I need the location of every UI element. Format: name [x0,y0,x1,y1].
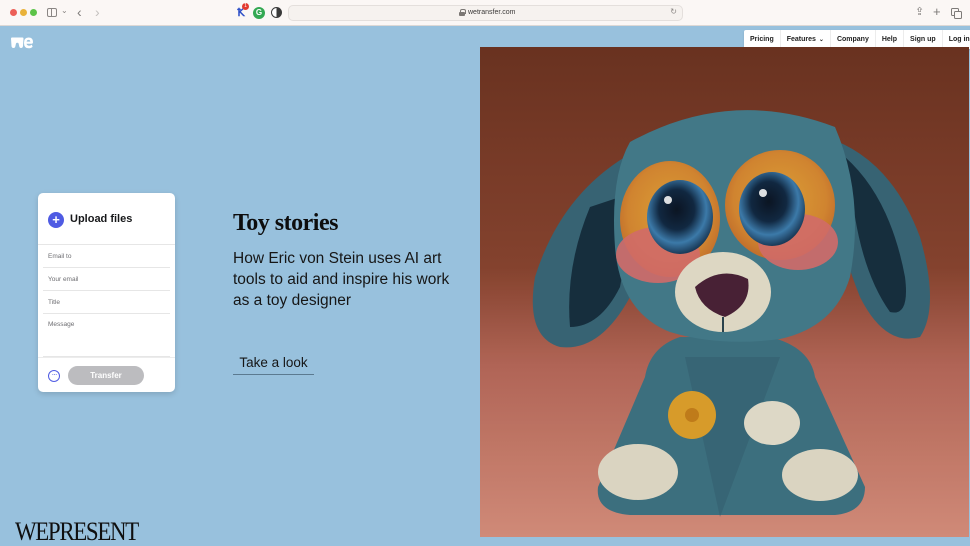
nav-help-label: Help [881,36,898,43]
privacy-shield-icon[interactable] [271,7,282,18]
wepresent-logo[interactable]: WEPRESENT [15,517,139,546]
nav-company-label: Company [836,36,869,43]
minimize-window-button[interactable] [20,9,27,16]
upload-panel: + Upload files ··· Transfer [38,193,175,392]
browser-toolbar: ⌄ ‹ › Ꝁ 1 G wetransfer.com ↻ ⇪ + [0,0,970,26]
lock-icon [459,9,466,16]
story-subtitle: How Eric von Stein uses AI art tools to … [233,250,450,309]
new-tab-icon[interactable]: + [933,5,941,19]
tab-overview-icon[interactable] [951,8,962,19]
title-row [43,291,170,314]
hero-image[interactable] [480,47,969,537]
sidebar-icon[interactable] [47,8,57,17]
story-title: Toy stories [233,210,338,236]
plus-icon[interactable]: + [48,212,64,228]
zoom-window-button[interactable] [30,9,37,16]
extension-badge: 1 [242,3,249,10]
nav-sign-up-label: Sign up [910,36,936,43]
transfer-button[interactable]: Transfer [68,366,144,385]
toy-dog-illustration [480,47,969,537]
message-row [43,314,170,357]
nav-pricing-label: Pricing [750,36,774,43]
grammarly-extension-icon[interactable]: G [253,7,265,19]
chevron-down-icon[interactable]: ⌄ [61,6,68,15]
share-icon[interactable]: ⇪ [915,5,924,19]
address-bar[interactable]: wetransfer.com ↻ [288,5,683,21]
upload-files-label: Upload files [70,213,133,225]
take-a-look-link[interactable]: Take a look [233,353,314,375]
wetransfer-logo[interactable] [11,37,33,49]
email-to-input[interactable] [43,245,170,268]
title-input[interactable] [43,291,170,314]
your-email-row [43,268,170,291]
nav-features-label: Features [786,36,816,43]
back-button[interactable]: ‹ [77,4,82,20]
forward-button[interactable]: › [95,4,100,20]
chevron-down-icon: ⌄ [818,37,824,43]
upload-footer: ··· Transfer [38,357,175,392]
nav-log-in-label: Log in [948,36,970,43]
reload-icon[interactable]: ↻ [670,7,677,16]
message-textarea[interactable] [43,314,170,356]
more-options-icon[interactable]: ··· [48,370,60,382]
your-email-input[interactable] [43,268,170,291]
email-to-row [43,245,170,268]
close-window-button[interactable] [10,9,17,16]
upload-files-button[interactable]: + Upload files [38,193,175,245]
url-text[interactable]: wetransfer.com [468,8,515,18]
